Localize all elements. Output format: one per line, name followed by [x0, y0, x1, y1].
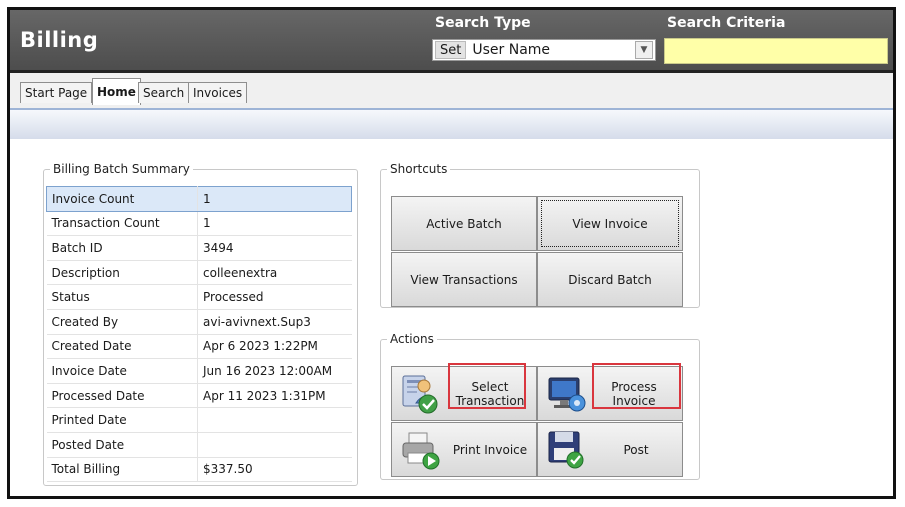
summary-row-value: Apr 11 2023 1:31PM — [197, 383, 352, 409]
set-button[interactable]: Set — [435, 41, 467, 59]
summary-row[interactable]: Batch ID 3494 — [46, 235, 352, 261]
summary-row-value: 3494 — [197, 235, 352, 261]
summary-row[interactable]: Posted Date — [46, 432, 352, 458]
summary-row[interactable]: Invoice Date Jun 16 2023 12:00AM — [46, 358, 352, 384]
toolbar-band — [10, 110, 893, 139]
billing-window: Billing Search Type Search Criteria Set … — [7, 7, 896, 499]
summary-row-value: $337.50 — [197, 457, 352, 483]
discard-batch-button[interactable]: Discard Batch — [537, 252, 683, 307]
summary-row-value: 1 — [197, 186, 352, 212]
summary-row-label: Posted Date — [46, 432, 198, 458]
summary-row-value — [197, 407, 352, 433]
post-button[interactable]: Post — [537, 422, 683, 477]
summary-row[interactable]: Processed Date Apr 11 2023 1:31PM — [46, 383, 352, 409]
select-transaction-icon — [402, 375, 438, 414]
summary-row-label: Total Billing — [46, 457, 198, 483]
summary-row[interactable]: Transaction Count 1 — [46, 211, 352, 237]
shortcuts-legend: Shortcuts — [390, 162, 448, 176]
summary-row-label: Processed Date — [46, 383, 198, 409]
summary-row-label: Description — [46, 260, 198, 286]
summary-row[interactable]: Status Processed — [46, 284, 352, 310]
search-criteria-label: Search Criteria — [667, 15, 786, 31]
page-title: Billing — [20, 28, 99, 52]
summary-row-label: Printed Date — [46, 407, 198, 433]
summary-row-label: Batch ID — [46, 235, 198, 261]
summary-row-label: Created By — [46, 309, 198, 335]
summary-row-label: Invoice Count — [46, 186, 198, 212]
active-batch-button[interactable]: Active Batch — [391, 196, 537, 251]
chevron-down-icon[interactable]: ▼ — [635, 41, 653, 59]
search-type-value: User Name — [472, 42, 551, 58]
summary-row-label: Transaction Count — [46, 211, 198, 237]
shortcuts-panel: Shortcuts Active Batch View Invoice View… — [380, 162, 700, 308]
summary-row[interactable]: Description colleenextra — [46, 260, 352, 286]
printer-icon — [402, 432, 440, 470]
summary-row[interactable]: Printed Date — [46, 407, 352, 433]
tab-strip: Start Page Home Search Invoices — [10, 73, 893, 110]
floppy-disk-icon — [548, 431, 584, 469]
summary-row[interactable]: Created Date Apr 6 2023 1:22PM — [46, 334, 352, 360]
tab-search[interactable]: Search — [138, 82, 190, 103]
summary-row-value — [197, 432, 352, 458]
summary-row-value: colleenextra — [197, 260, 352, 286]
summary-row[interactable]: Total Billing $337.50 — [46, 457, 352, 483]
summary-row-value: avi-avivnext.Sup3 — [197, 309, 352, 335]
post-label: Post — [623, 442, 649, 457]
header-bar: Billing Search Type Search Criteria Set … — [10, 10, 893, 73]
summary-row-value: Processed — [197, 284, 352, 310]
search-type-label: Search Type — [435, 15, 531, 31]
summary-row-label: Created Date — [46, 334, 198, 360]
summary-table: Invoice Count 1 Transaction Count 1 Batch ID… — [46, 186, 352, 483]
process-invoice-highlight — [592, 363, 681, 409]
view-transactions-button[interactable]: View Transactions — [391, 252, 537, 307]
tab-home[interactable]: Home — [92, 78, 141, 105]
summary-row-value: 1 — [197, 211, 352, 237]
summary-row-value: Apr 6 2023 1:22PM — [197, 334, 352, 360]
summary-row-value: Jun 16 2023 12:00AM — [197, 358, 352, 384]
summary-legend: Billing Batch Summary — [53, 162, 190, 176]
search-type-select[interactable]: Set User Name ▼ — [432, 39, 656, 61]
summary-row-label: Status — [46, 284, 198, 310]
search-criteria-input[interactable] — [664, 38, 888, 64]
tab-invoices[interactable]: Invoices — [188, 82, 248, 103]
view-invoice-button[interactable]: View Invoice — [537, 196, 683, 251]
billing-batch-summary: Billing Batch Summary Invoice Count 1 Tran… — [43, 162, 358, 486]
print-invoice-button[interactable]: Print Invoice — [391, 422, 537, 477]
print-invoice-label: Print Invoice — [452, 442, 528, 457]
actions-legend: Actions — [390, 332, 434, 346]
summary-row[interactable]: Created By avi-avivnext.Sup3 — [46, 309, 352, 335]
summary-row-label: Invoice Date — [46, 358, 198, 384]
process-invoice-icon — [548, 377, 586, 412]
tab-start-page[interactable]: Start Page — [20, 82, 93, 103]
summary-row[interactable]: Invoice Count 1 — [46, 186, 352, 212]
select-transaction-highlight — [448, 363, 526, 409]
